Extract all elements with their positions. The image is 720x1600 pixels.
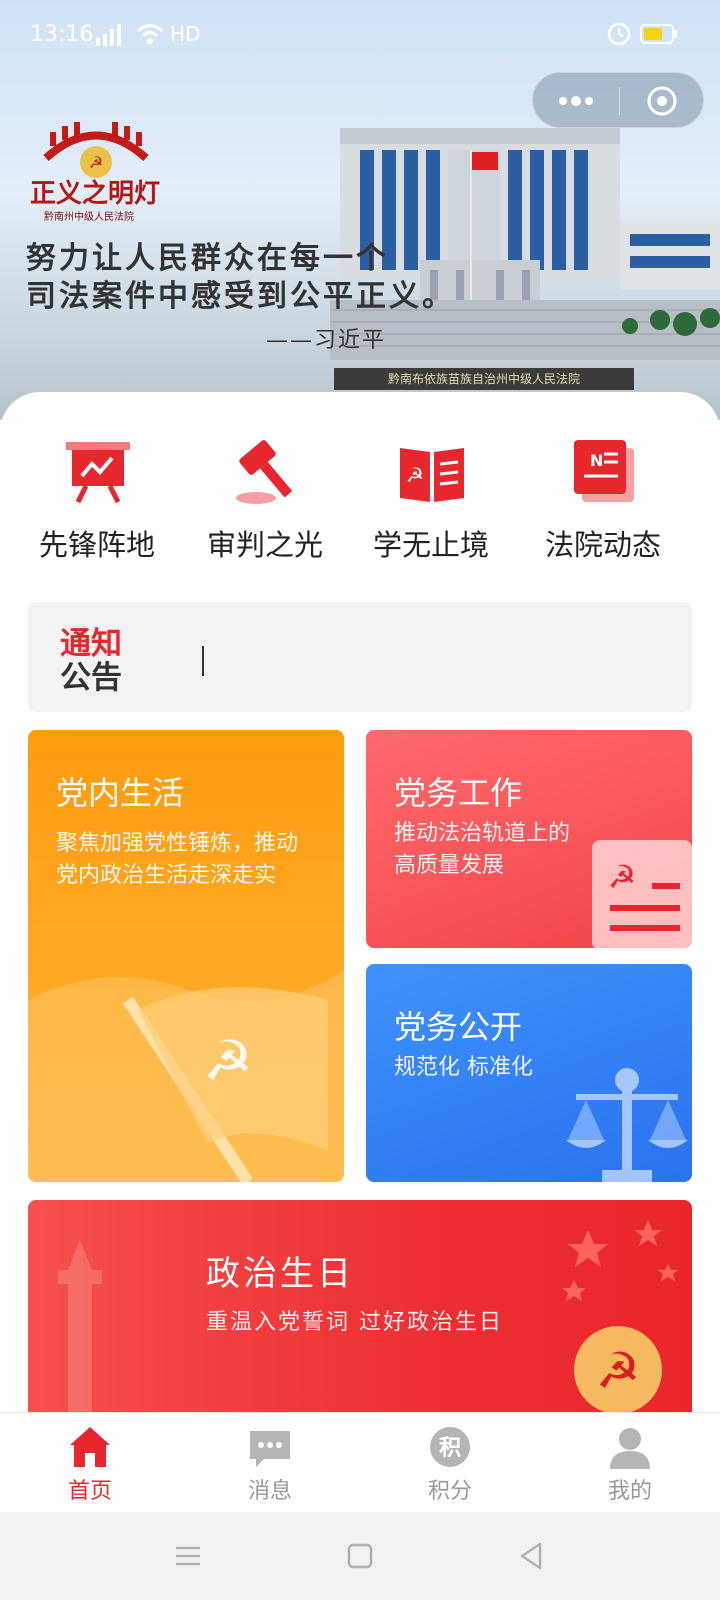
party-life-subtitle-line1: 聚焦加强党性锤炼，推动 bbox=[56, 831, 299, 856]
battery-icon bbox=[640, 24, 677, 44]
quick-nav-label: 先锋阵地 bbox=[38, 528, 155, 562]
target-close-icon[interactable] bbox=[619, 73, 705, 129]
presentation-chart-icon bbox=[66, 442, 130, 504]
notice-title-line2: 公告 bbox=[60, 660, 122, 696]
gavel-icon bbox=[236, 440, 293, 504]
quick-nav-item-study[interactable]: ☭ 学无止境 bbox=[346, 432, 516, 572]
svg-text:积: 积 bbox=[439, 1436, 461, 1461]
back-triangle-icon[interactable] bbox=[514, 1538, 550, 1574]
content-sheet: 先锋阵地 审判之光 ☭ 学无止境 N 法院动态 通知 公告 ☭ 党内生活 聚焦加… bbox=[0, 392, 720, 1412]
tab-profile[interactable]: 我的 bbox=[540, 1413, 720, 1513]
party-life-subtitle-line2: 党内政治生活走深走实 bbox=[56, 863, 277, 888]
top-banner: ☭ 正义之明灯 黔南州中级人民法院 努力让人民群众在每一个 司法案件中感受到公平… bbox=[0, 0, 720, 420]
party-life-subtitle: 聚焦加强党性锤炼，推动 党内政治生活走深走实 bbox=[56, 828, 298, 892]
party-work-subtitle: 推动法治轨道上的 高质量发展 bbox=[394, 818, 570, 882]
svg-text:☭: ☭ bbox=[406, 463, 424, 487]
quick-nav-item-news[interactable]: N 法院动态 bbox=[518, 432, 688, 572]
alarm-icon bbox=[607, 22, 631, 46]
svg-text:N: N bbox=[590, 451, 603, 470]
party-work-card[interactable]: ☭ 党务工作 推动法治轨道上的 高质量发展 bbox=[366, 730, 692, 948]
status-bar: 13:16 HD bbox=[0, 0, 720, 72]
quote-author: ——习近平 bbox=[266, 328, 387, 353]
party-work-subtitle-line1: 推动法治轨道上的 bbox=[394, 821, 571, 846]
party-open-subtitle: 规范化 标准化 bbox=[394, 1055, 533, 1080]
party-document-icon: ☭ bbox=[592, 840, 692, 948]
tab-label: 积分 bbox=[427, 1479, 472, 1504]
court-sign: 黔南布依族苗族自治州中级人民法院 bbox=[334, 368, 634, 390]
signal-icon bbox=[96, 24, 121, 46]
menu-icon[interactable] bbox=[170, 1538, 206, 1574]
scales-of-justice-icon bbox=[566, 1068, 688, 1182]
party-open-title: 党务公开 bbox=[394, 1008, 523, 1046]
home-icon bbox=[70, 1427, 110, 1467]
quote-line-1: 努力让人民群众在每一个 bbox=[26, 241, 389, 276]
tab-label: 我的 bbox=[607, 1479, 652, 1504]
news-icon: N bbox=[574, 440, 634, 502]
message-icon bbox=[250, 1431, 290, 1467]
miniprogram-capsule bbox=[532, 72, 704, 128]
party-book-icon: ☭ bbox=[400, 448, 464, 502]
court-logo-name: 黔南州中级人民法院 bbox=[44, 212, 134, 223]
svg-text:☭: ☭ bbox=[596, 1342, 641, 1400]
party-flag-icon: ☭ bbox=[28, 970, 344, 1182]
quick-nav-label: 法院动态 bbox=[544, 528, 661, 562]
court-logo: ☭ 正义之明灯 bbox=[30, 122, 160, 209]
political-birthday-title: 政治生日 bbox=[206, 1254, 354, 1294]
tab-home[interactable]: 首页 bbox=[0, 1413, 180, 1513]
more-dots-icon[interactable] bbox=[533, 73, 619, 129]
tab-points[interactable]: 积 积分 bbox=[360, 1413, 540, 1513]
party-life-card[interactable]: ☭ 党内生活 聚焦加强党性锤炼，推动 党内政治生活走深走实 bbox=[28, 730, 344, 1182]
party-life-title: 党内生活 bbox=[56, 774, 185, 812]
bottom-tab-bar: 首页 消息 积 积分 我的 bbox=[0, 1412, 720, 1512]
system-navigation-bar bbox=[0, 1512, 720, 1600]
party-open-card[interactable]: 党务公开 规范化 标准化 bbox=[366, 964, 692, 1182]
status-time: 13:16 bbox=[30, 22, 94, 47]
home-square-icon[interactable] bbox=[342, 1538, 378, 1574]
party-work-title: 党务工作 bbox=[394, 774, 523, 812]
notice-bar[interactable]: 通知 公告 bbox=[28, 602, 692, 712]
svg-text:☭: ☭ bbox=[203, 1029, 253, 1094]
notice-text-cursor bbox=[202, 646, 204, 676]
banner-quote: 努力让人民群众在每一个 司法案件中感受到公平正义。 bbox=[26, 240, 455, 316]
political-birthday-subtitle: 重温入党誓词 过好政治生日 bbox=[206, 1310, 503, 1335]
svg-text:☭: ☭ bbox=[89, 153, 103, 172]
party-work-subtitle-line2: 高质量发展 bbox=[394, 853, 505, 878]
quick-nav-item-vanguard[interactable]: 先锋阵地 bbox=[12, 432, 182, 572]
quote-line-2: 司法案件中感受到公平正义。 bbox=[26, 279, 455, 314]
quick-nav-label: 审判之光 bbox=[206, 528, 323, 562]
network-type: HD bbox=[170, 22, 201, 46]
wifi-icon bbox=[136, 24, 164, 44]
quick-nav-label: 学无止境 bbox=[372, 528, 489, 562]
tab-label: 首页 bbox=[67, 1479, 112, 1504]
svg-text:☭: ☭ bbox=[608, 858, 637, 896]
tab-messages[interactable]: 消息 bbox=[180, 1413, 360, 1513]
svg-text:正义之明灯: 正义之明灯 bbox=[30, 178, 160, 209]
tab-label: 消息 bbox=[247, 1479, 292, 1504]
political-birthday-card[interactable]: ☭ 政治生日 重温入党誓词 过好政治生日 bbox=[28, 1200, 692, 1412]
points-icon: 积 bbox=[430, 1427, 470, 1467]
profile-icon bbox=[610, 1428, 650, 1469]
quick-nav: 先锋阵地 审判之光 ☭ 学无止境 N 法院动态 bbox=[0, 432, 720, 572]
quick-nav-item-trial[interactable]: 审判之光 bbox=[180, 432, 350, 572]
